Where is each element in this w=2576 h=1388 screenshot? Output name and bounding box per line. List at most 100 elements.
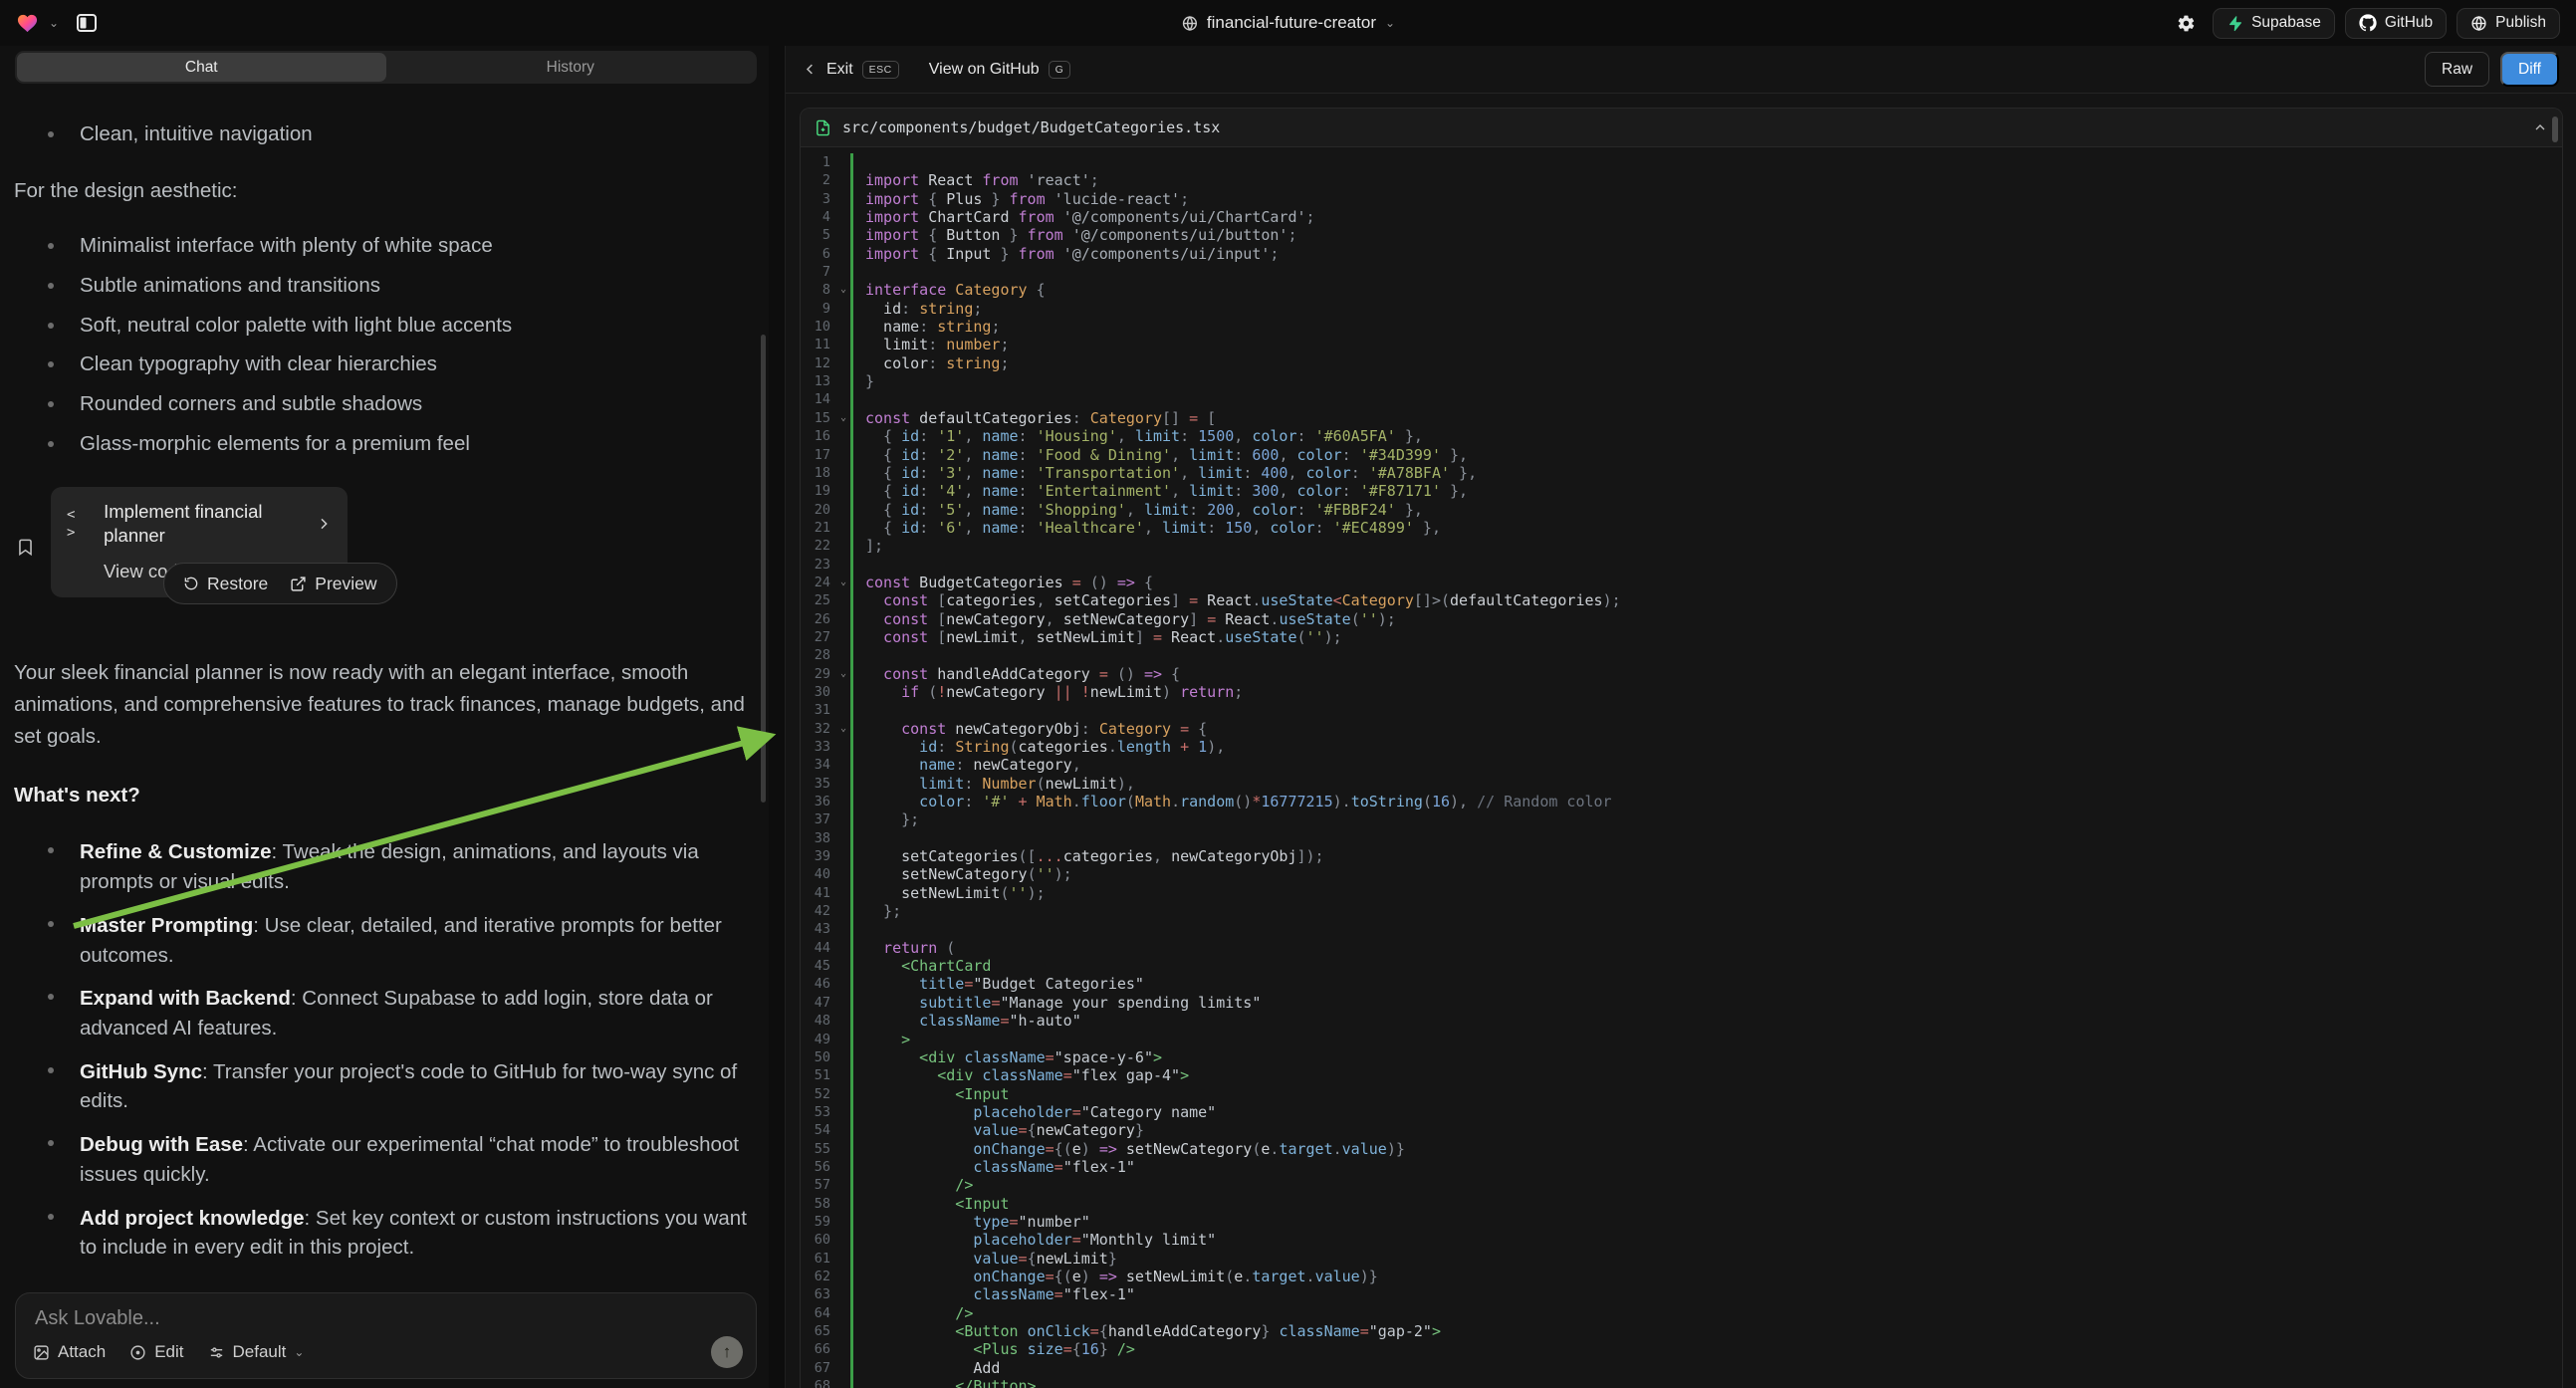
diff-added-gutter: [850, 427, 853, 445]
diff-added-gutter: [850, 902, 853, 920]
version-card-wrap: < >Implement financial plannerView codeR…: [16, 487, 749, 597]
chat-paragraph: What's next?: [14, 780, 749, 811]
settings-button[interactable]: [2169, 8, 2203, 39]
fold-gutter: [836, 628, 850, 646]
chevron-down-icon[interactable]: ⌄: [49, 16, 59, 30]
list-item: Minimalist interface with plenty of whit…: [14, 233, 749, 260]
line-number: 23: [801, 556, 836, 574]
line-number: 36: [801, 793, 836, 810]
fold-chevron-icon[interactable]: ⌄: [836, 281, 850, 299]
chevron-down-icon: ⌄: [1385, 16, 1395, 30]
line-number: 17: [801, 446, 836, 464]
fold-gutter: [836, 829, 850, 847]
list-item: Master Prompting: Use clear, detailed, a…: [14, 911, 749, 970]
supabase-button[interactable]: Supabase: [2213, 8, 2335, 39]
github-button[interactable]: GitHub: [2345, 8, 2447, 39]
fold-gutter: [836, 1231, 850, 1249]
code-editor[interactable]: 12import React from 'react';3import { Pl…: [801, 148, 2562, 1388]
code-text: />: [865, 1304, 973, 1322]
collapse-chevron-up-icon[interactable]: [2532, 119, 2548, 135]
mode-select[interactable]: Default ⌄: [208, 1342, 305, 1362]
file-header[interactable]: src/components/budget/BudgetCategories.t…: [801, 109, 2562, 147]
preview-button[interactable]: Preview: [290, 573, 376, 595]
fold-gutter: [836, 245, 850, 263]
code-text: import ChartCard from '@/components/ui/C…: [865, 208, 1315, 226]
line-number: 41: [801, 884, 836, 902]
chat-scrollbar[interactable]: [761, 335, 766, 803]
target-icon: [129, 1344, 146, 1361]
fold-gutter: [836, 775, 850, 793]
lovable-logo-icon[interactable]: [16, 12, 39, 35]
project-switcher[interactable]: financial-future-creator ⌄: [1181, 13, 1395, 33]
line-number: 50: [801, 1048, 836, 1066]
fold-gutter: [836, 1322, 850, 1340]
code-line: 62 onChange={(e) => setNewLimit(e.target…: [801, 1268, 2562, 1285]
line-number: 57: [801, 1176, 836, 1194]
diff-added-gutter: [850, 829, 853, 847]
tab-chat[interactable]: Chat: [17, 53, 386, 82]
fold-gutter: [836, 975, 850, 993]
view-on-github-label: View on GitHub: [929, 61, 1040, 79]
diff-added-gutter: [850, 190, 853, 208]
sidebar-toggle-icon[interactable]: [75, 11, 99, 35]
fold-chevron-icon[interactable]: ⌄: [836, 720, 850, 738]
view-on-github-button[interactable]: View on GitHub G: [929, 61, 1071, 79]
list-item: Clean typography with clear hierarchies: [14, 351, 749, 378]
chat-messages[interactable]: Clean, intuitive navigationFor the desig…: [0, 98, 763, 1288]
diff-added-gutter: [850, 464, 853, 482]
restore-button[interactable]: Restore: [183, 573, 268, 595]
code-text: <Input: [865, 1195, 1010, 1213]
code-text: placeholder="Category name": [865, 1103, 1216, 1121]
fold-gutter: [836, 226, 850, 244]
publish-globe-icon: [2470, 15, 2487, 32]
diff-added-gutter: [850, 701, 853, 719]
line-number: 4: [801, 208, 836, 226]
publish-button[interactable]: Publish: [2457, 8, 2560, 39]
code-text: { id: '3', name: 'Transportation', limit…: [865, 464, 1477, 482]
code-text: ];: [865, 537, 883, 555]
github-label: GitHub: [2385, 14, 2433, 32]
code-line: 66 <Plus size={16} />: [801, 1340, 2562, 1358]
send-button[interactable]: ↑: [711, 1336, 743, 1368]
code-line: 65 <Button onClick={handleAddCategory} c…: [801, 1322, 2562, 1340]
line-number: 5: [801, 226, 836, 244]
code-text: limit: Number(newLimit),: [865, 775, 1135, 793]
mode-label: Default: [233, 1342, 287, 1362]
diff-added-gutter: [850, 628, 853, 646]
code-text: const BudgetCategories = () => {: [865, 574, 1153, 591]
exit-button[interactable]: Exit ESC: [803, 61, 899, 79]
code-text: setNewCategory('');: [865, 865, 1072, 883]
diff-added-gutter: [850, 810, 853, 828]
line-number: 30: [801, 683, 836, 701]
code-text: return (: [865, 939, 955, 957]
chevron-right-icon: [316, 516, 332, 532]
code-text: <Button onClick={handleAddCategory} clas…: [865, 1322, 1441, 1340]
diff-added-gutter: [850, 482, 853, 500]
diff-button[interactable]: Diff: [2500, 52, 2559, 87]
tab-history[interactable]: History: [386, 53, 756, 82]
diff-added-gutter: [850, 920, 853, 938]
composer-input[interactable]: Ask Lovable...: [35, 1307, 160, 1330]
fold-gutter: [836, 810, 850, 828]
code-scrollbar[interactable]: [2552, 116, 2558, 142]
fold-chevron-icon[interactable]: ⌄: [836, 665, 850, 683]
diff-added-gutter: [850, 738, 853, 756]
fold-gutter: [836, 390, 850, 408]
bookmark-icon[interactable]: [16, 497, 35, 597]
fold-gutter: [836, 446, 850, 464]
chat-composer[interactable]: Ask Lovable... Attach Edit: [15, 1292, 757, 1379]
attach-button[interactable]: Attach: [33, 1342, 106, 1362]
fold-gutter: [836, 1085, 850, 1103]
fold-chevron-icon[interactable]: ⌄: [836, 409, 850, 427]
raw-button[interactable]: Raw: [2425, 52, 2489, 87]
edit-button[interactable]: Edit: [129, 1342, 183, 1362]
github-icon: [2359, 14, 2377, 32]
code-text: </Button>: [865, 1377, 1037, 1388]
code-line: 60 placeholder="Monthly limit": [801, 1231, 2562, 1249]
fold-chevron-icon[interactable]: ⌄: [836, 574, 850, 591]
fold-gutter: [836, 610, 850, 628]
code-line: 58 <Input: [801, 1195, 2562, 1213]
line-number: 55: [801, 1140, 836, 1158]
diff-added-gutter: [850, 1340, 853, 1358]
code-text: Add: [865, 1359, 1000, 1377]
